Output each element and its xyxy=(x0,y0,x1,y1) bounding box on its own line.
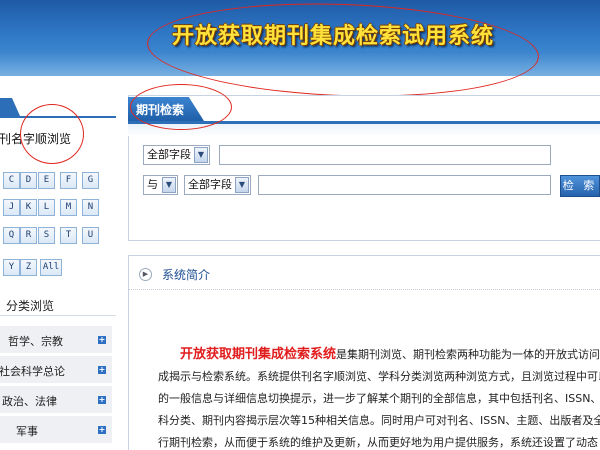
field-select-1[interactable]: 全部字段 ▼ xyxy=(143,145,210,165)
intro-line-3: 的一般信息与详细信息切换提示，进一步了解某个期刊的全部信息，其中包括刊名、ISS… xyxy=(158,392,600,405)
banner-band xyxy=(0,52,600,76)
category-heading-label: 分类浏览 xyxy=(6,299,55,313)
chevron-right-icon: ▶ xyxy=(139,268,152,281)
sidebar-title-alphabetical[interactable]: 刊名字顺浏览 xyxy=(0,130,71,147)
panel-subband xyxy=(128,124,600,136)
category-item-politics-law[interactable]: 政治、法律 + xyxy=(0,386,112,414)
category-label: 社会科学总论 xyxy=(0,365,65,378)
letter-button-j[interactable]: J xyxy=(3,199,20,216)
letter-button-f[interactable]: F xyxy=(60,172,77,189)
sidebar-tab xyxy=(0,98,20,116)
letter-button-q[interactable]: Q xyxy=(3,227,20,244)
letter-button-r[interactable]: R xyxy=(20,227,37,244)
letter-button-e[interactable]: E xyxy=(38,172,55,189)
category-label: 军事 xyxy=(16,425,38,438)
category-label: 政治、法律 xyxy=(2,395,57,408)
tab-journal-search-label: 期刊检索 xyxy=(136,103,185,117)
category-label: 哲学、宗教 xyxy=(8,335,63,348)
intro-line-2: 成揭示与检索系统。系统提供刊名字顺浏览、学科分类浏览两种浏览方式，且浏览过程中可… xyxy=(158,370,600,383)
chevron-down-icon[interactable]: ▼ xyxy=(235,177,249,193)
letter-button-z[interactable]: Z xyxy=(20,259,37,276)
sidebar-divider xyxy=(0,116,116,118)
intro-line-4: 科分类、期刊内容揭示层次等15种相关信息。同时用户可对刊名、ISSN、主题、出版… xyxy=(158,414,600,427)
search-input-1[interactable] xyxy=(219,145,551,165)
letter-button-t[interactable]: T xyxy=(60,227,77,244)
letter-button-g[interactable]: G xyxy=(82,172,99,189)
left-sidebar: 刊名字顺浏览 C D E F G J K L M N Q R S T U Y Z… xyxy=(0,90,116,450)
letter-button-y[interactable]: Y xyxy=(3,259,20,276)
header-banner: 开放获取期刊集成检索试用系统 xyxy=(0,0,600,76)
letter-button-c[interactable]: C xyxy=(3,172,20,189)
search-input-2[interactable] xyxy=(258,175,551,195)
letter-button-u[interactable]: U xyxy=(82,227,99,244)
intro-highlight: 开放获取期刊集成检索系统 xyxy=(180,347,337,362)
plus-icon[interactable]: + xyxy=(98,336,106,344)
category-item-military[interactable]: 军事 + xyxy=(0,416,112,444)
plus-icon[interactable]: + xyxy=(98,396,106,404)
logic-select-value: 与 xyxy=(147,178,158,191)
intro-line-1: 开放获取期刊集成检索系统是集期刊浏览、期刊检索两种功能为一体的开放式访问 xyxy=(180,344,600,366)
letter-button-l[interactable]: L xyxy=(38,199,55,216)
chevron-down-icon[interactable]: ▼ xyxy=(194,147,208,163)
category-item-social-science[interactable]: 社会科学总论 + xyxy=(0,356,112,384)
letter-button-k[interactable]: K xyxy=(20,199,37,216)
intro-heading: 系统简介 xyxy=(162,268,211,282)
page-title: 开放获取期刊集成检索试用系统 xyxy=(172,24,495,49)
logic-select[interactable]: 与 ▼ xyxy=(143,175,178,195)
category-item-philosophy[interactable]: 哲学、宗教 + xyxy=(0,326,112,354)
letter-button-n[interactable]: N xyxy=(82,199,99,216)
plus-icon[interactable]: + xyxy=(98,426,106,434)
field-select-1-value: 全部字段 xyxy=(147,148,191,161)
search-button[interactable]: 检 索 xyxy=(560,175,600,197)
letter-button-all[interactable]: All xyxy=(40,259,62,276)
chevron-down-icon[interactable]: ▼ xyxy=(162,177,176,193)
category-heading: 分类浏览 xyxy=(0,294,116,316)
field-select-2-value: 全部字段 xyxy=(188,178,232,191)
letter-button-m[interactable]: M xyxy=(60,199,77,216)
plus-icon[interactable]: + xyxy=(98,366,106,374)
letter-button-d[interactable]: D xyxy=(20,172,37,189)
field-select-2[interactable]: 全部字段 ▼ xyxy=(184,175,251,195)
letter-button-s[interactable]: S xyxy=(38,227,55,244)
intro-line-1-rest: 是集期刊浏览、期刊检索两种功能为一体的开放式访问 xyxy=(336,348,600,361)
intro-line-5: 行期刊检索，从而便于系统的维护及更新，从而更好地为用户提供服务，系统还设置了动态 xyxy=(158,436,598,449)
